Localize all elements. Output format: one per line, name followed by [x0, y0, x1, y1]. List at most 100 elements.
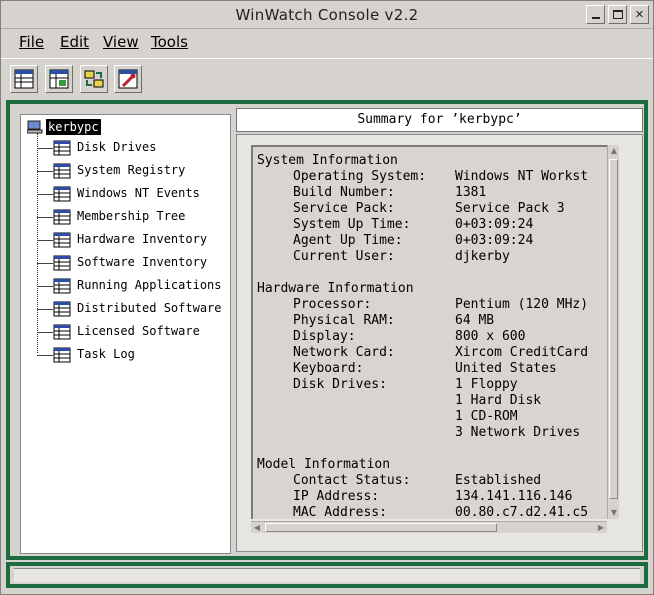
table-icon [53, 301, 71, 317]
table-icon [53, 186, 71, 202]
vertical-scrollbar[interactable]: ▲ ▼ [607, 145, 619, 519]
tree-branch-line [37, 332, 53, 333]
vertical-scroll-thumb[interactable] [609, 159, 618, 499]
info-row: Agent Up Time: 0+03:09:24 [257, 233, 533, 249]
info-key: Operating System: [293, 169, 427, 184]
table-icon [53, 163, 71, 179]
horizontal-scroll-thumb[interactable] [265, 523, 497, 532]
info-value: djkerby [455, 249, 510, 264]
info-row: 1 CD-ROM [257, 409, 518, 425]
menu-bar: File Edit View Tools [1, 30, 653, 56]
minimize-icon [592, 17, 600, 19]
maximize-icon [613, 10, 623, 19]
tree-branch-line [37, 240, 53, 241]
info-value: Service Pack 3 [455, 201, 565, 216]
tree-item[interactable]: Task Log [37, 344, 227, 366]
menu-edit[interactable]: Edit [60, 33, 89, 51]
info-key: Current User: [293, 249, 395, 264]
info-value: Windows NT Workst [455, 169, 589, 184]
tree-item-label: Windows NT Events [77, 186, 200, 200]
tree-item-label: Running Applications [77, 278, 222, 292]
tree-item[interactable]: Licensed Software [37, 321, 227, 343]
info-row: Service Pack: Service Pack 3 [257, 201, 565, 217]
summary-content[interactable]: System Information Operating System: Windo… [251, 145, 607, 519]
info-value: 0+03:09:24 [455, 233, 534, 248]
tree-branch-line [37, 148, 53, 149]
table-refresh-button[interactable] [45, 65, 73, 93]
scroll-up-icon[interactable]: ▲ [608, 145, 620, 157]
info-row: Disk Drives: 1 Floppy [257, 377, 518, 393]
info-key: MAC Address: [293, 505, 387, 519]
table-icon [53, 209, 71, 225]
info-row: Current User: djkerby [257, 249, 510, 265]
maximize-button[interactable] [608, 5, 627, 24]
tree-branch-line [37, 263, 53, 264]
transfer-button[interactable] [80, 65, 108, 93]
section-title: Hardware Information [257, 281, 414, 296]
scroll-right-icon[interactable]: ▶ [595, 522, 607, 534]
tree-item-label: Hardware Inventory [77, 232, 208, 246]
window-title: WinWatch Console v2.2 [235, 6, 419, 24]
info-row: Build Number: 1381 [257, 185, 486, 201]
close-icon: ✕ [634, 8, 645, 21]
table-refresh-icon [49, 69, 69, 89]
tree-item-label: Distributed Software [77, 301, 222, 315]
info-value: 3 Network Drives [455, 425, 581, 440]
close-button[interactable]: ✕ [630, 5, 649, 24]
settings-tool-button[interactable] [114, 65, 142, 93]
main-panel-frame: kerbypc Disk Drives System Registry Window… [6, 100, 648, 560]
tree-item-label: Licensed Software [77, 324, 200, 338]
horizontal-scrollbar[interactable]: ◀ ▶ [251, 521, 607, 533]
info-key: Display: [293, 329, 356, 344]
menu-view[interactable]: View [103, 33, 139, 51]
info-value: 1 Floppy [455, 377, 518, 392]
info-value: 1 CD-ROM [455, 409, 518, 424]
tree-item[interactable]: Membership Tree [37, 206, 227, 228]
tree-item[interactable]: Software Inventory [37, 252, 227, 274]
tree-root-label: kerbypc [46, 119, 101, 135]
tree-item-label: Disk Drives [77, 140, 157, 154]
info-value: 800 x 600 [455, 329, 526, 344]
summary-panel: System Information Operating System: Windo… [236, 134, 643, 552]
tree-item[interactable]: Windows NT Events [37, 183, 227, 205]
scroll-down-icon[interactable]: ▼ [608, 507, 620, 519]
scroll-left-icon[interactable]: ◀ [251, 522, 263, 534]
table-icon [53, 324, 71, 340]
section-title: System Information [257, 153, 398, 168]
info-value: United States [455, 361, 557, 376]
tree-item[interactable]: Hardware Inventory [37, 229, 227, 251]
info-key: Service Pack: [293, 201, 395, 216]
summary-header: Summary for ’kerbypc’ [236, 108, 643, 132]
section-gap [257, 441, 414, 457]
tree-branch-line [37, 194, 53, 195]
info-row: IP Address: 134.141.116.146 [257, 489, 572, 505]
tree-item[interactable]: Distributed Software [37, 298, 227, 320]
table-view-icon [14, 69, 34, 89]
info-key: IP Address: [293, 489, 380, 504]
navigation-tree[interactable]: kerbypc Disk Drives System Registry Window… [20, 114, 231, 554]
section-title: Model Information [257, 457, 391, 472]
info-value: 00.80.c7.d2.41.c5 [455, 505, 589, 519]
info-row: 1 Hard Disk [257, 393, 541, 409]
section-gap [257, 265, 414, 281]
info-value: 1 Hard Disk [455, 393, 542, 408]
menu-file[interactable]: File [19, 33, 44, 51]
tree-item[interactable]: System Registry [37, 160, 227, 182]
info-key: Disk Drives: [293, 377, 387, 392]
info-key: Keyboard: [293, 361, 364, 376]
transfer-icon [84, 70, 104, 88]
menu-tools[interactable]: Tools [151, 33, 188, 51]
tree-item[interactable]: Running Applications [37, 275, 227, 297]
table-icon [53, 255, 71, 271]
tree-item[interactable]: Disk Drives [37, 137, 227, 159]
table-view-button[interactable] [10, 65, 38, 93]
title-bar[interactable]: WinWatch Console v2.2 ✕ [1, 1, 653, 29]
minimize-button[interactable] [586, 5, 605, 24]
settings-tool-icon [118, 69, 138, 89]
summary-text: System Information Operating System: Windo… [257, 153, 588, 519]
info-value: Pentium (120 MHz) [455, 297, 589, 312]
info-value: 1381 [455, 185, 487, 200]
info-value: Established [455, 473, 542, 488]
info-row: Contact Status: Established [257, 473, 541, 489]
info-row: Network Card: Xircom CreditCard [257, 345, 588, 361]
